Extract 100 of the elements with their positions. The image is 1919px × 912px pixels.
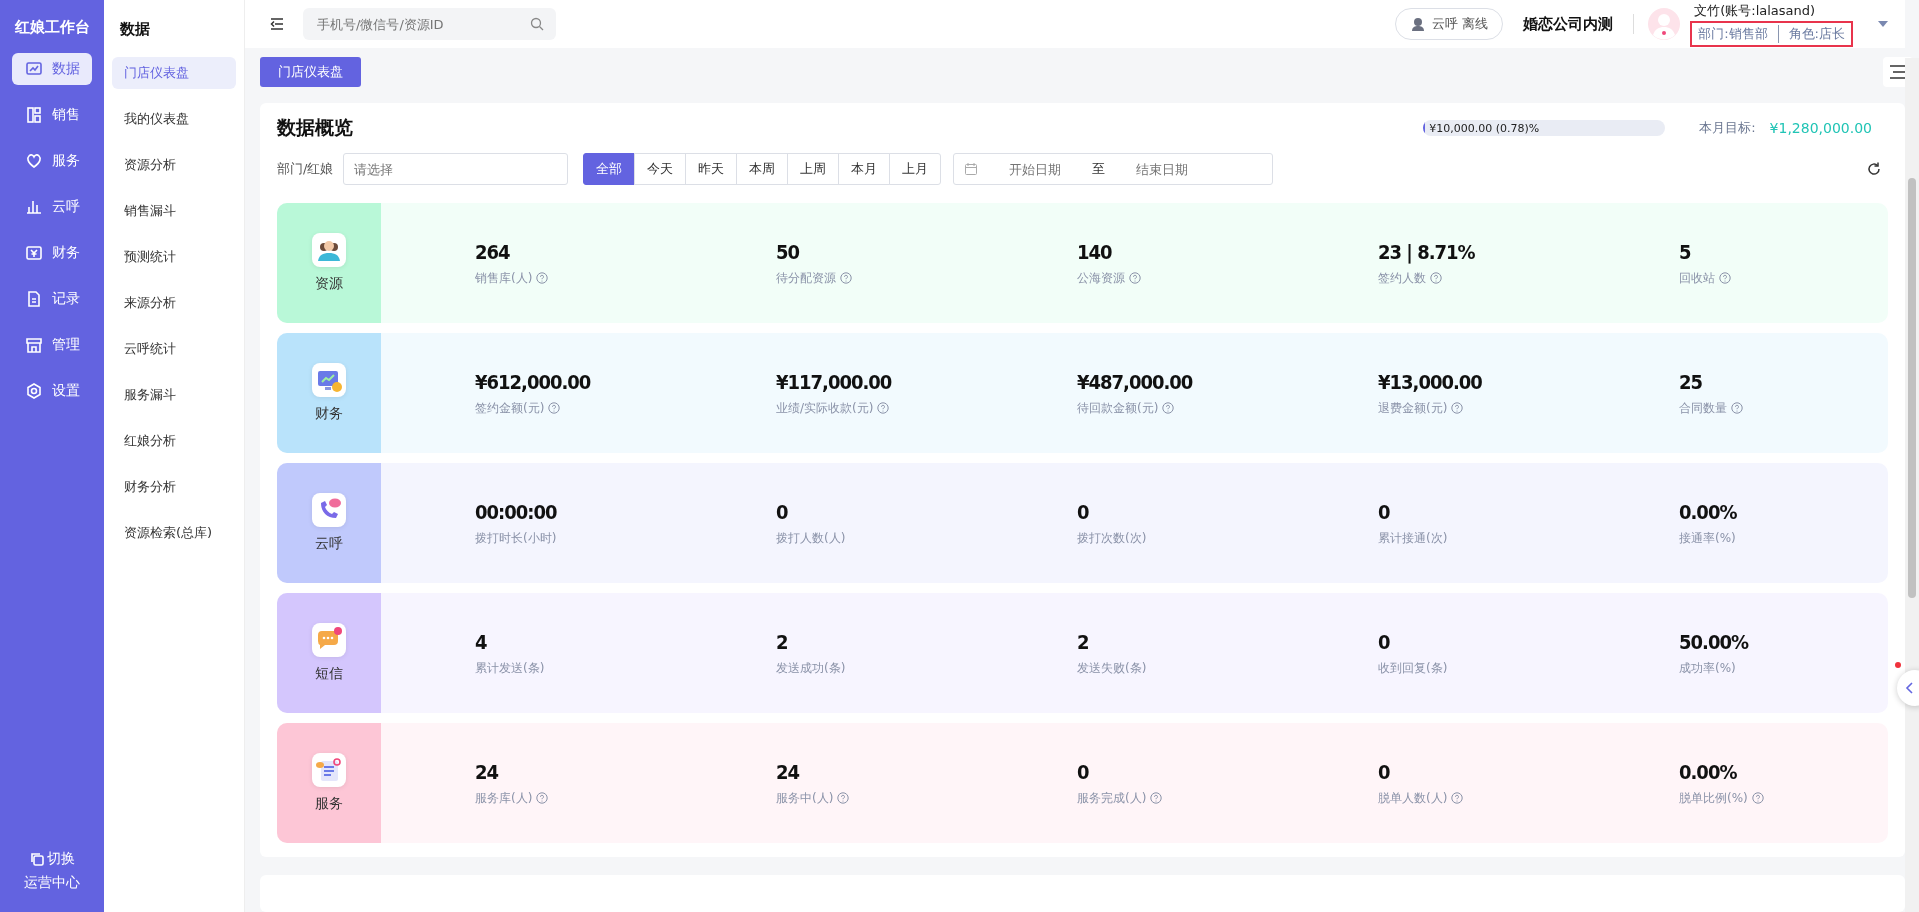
stat-value: 2 — [776, 629, 788, 654]
switch-button[interactable]: 切换 — [29, 850, 75, 868]
submenu-item[interactable]: 云呼统计 — [112, 333, 236, 365]
app-title: 红娘工作台 — [14, 18, 90, 37]
operations-center-label: 运营中心 — [24, 874, 80, 892]
refresh-icon — [1866, 161, 1882, 178]
submenu-item[interactable]: 资源分析 — [112, 149, 236, 181]
stat-value: ¥487,000.00 — [1077, 369, 1193, 394]
stat-value: 0 — [776, 499, 788, 524]
nav-item[interactable]: 财务 — [12, 237, 92, 269]
category-label: 资源 — [315, 275, 343, 294]
phone-chat-icon — [312, 493, 346, 528]
submenu-item[interactable]: 销售漏斗 — [112, 195, 236, 227]
stat-value: 24 — [475, 759, 499, 784]
section-title: 数据概览 — [277, 115, 353, 141]
submenu-item[interactable]: 我的仪表盘 — [112, 103, 236, 135]
nav-item[interactable]: 管理 — [12, 329, 92, 361]
stat-value: 25 — [1679, 369, 1703, 394]
scrollbar[interactable] — [1905, 58, 1919, 912]
stat-label: 退费金额(元) — [1378, 399, 1448, 417]
stat-label: 服务中(人) — [776, 789, 834, 807]
end-date-input[interactable]: 结束日期 — [1105, 160, 1220, 178]
stat-value: 0 — [1378, 759, 1390, 784]
stat-label: 脱单人数(人) — [1378, 789, 1448, 807]
copy-icon — [29, 851, 45, 867]
period-button[interactable]: 本周 — [736, 153, 789, 186]
stat-label: 脱单比例(%) — [1679, 789, 1748, 807]
period-button[interactable]: 全部 — [583, 153, 636, 186]
submenu-item[interactable]: 服务漏斗 — [112, 379, 236, 411]
category-label: 财务 — [315, 405, 343, 424]
select-field[interactable]: 请选择 — [343, 153, 569, 186]
search-field[interactable]: 手机号/微信号/资源ID — [303, 8, 556, 40]
category-label: 服务 — [315, 795, 343, 814]
company-name: 婚恋公司内测 — [1523, 14, 1614, 34]
stat-label: 拨打时长(小时) — [475, 529, 557, 547]
department-label: 部门:销售部 — [1698, 24, 1779, 43]
page-tab[interactable]: 门店仪表盘 — [260, 57, 361, 87]
collapse-icon — [269, 16, 285, 32]
monitor-coin-icon — [312, 363, 346, 398]
stat-label: 服务库(人) — [475, 789, 533, 807]
period-button[interactable]: 上周 — [787, 153, 840, 186]
dropdown-caret-icon — [1877, 19, 1889, 29]
chevron-left-icon — [1905, 682, 1913, 694]
submenu-item[interactable]: 红娘分析 — [112, 425, 236, 457]
category-label: 短信 — [315, 665, 343, 684]
stat-value: 0 — [1077, 759, 1089, 784]
grid-icon — [25, 106, 43, 124]
date-range-field[interactable]: 开始日期 至 结束日期 — [953, 153, 1274, 186]
message-bubble-icon — [312, 623, 346, 658]
stat-value: 2 — [1077, 629, 1089, 654]
stat-value: 5 — [1679, 239, 1691, 264]
stat-label: 接通率(%) — [1679, 529, 1736, 547]
stat-value: 50.00% — [1679, 629, 1748, 654]
avatar — [1648, 8, 1681, 40]
checklist-icon — [312, 753, 346, 788]
period-button[interactable]: 今天 — [634, 153, 687, 186]
submenu-title: 数据 — [120, 20, 150, 39]
search-input[interactable]: 手机号/微信号/资源ID — [315, 15, 530, 33]
stat-value: 0.00% — [1679, 759, 1737, 784]
stat-value: 0 — [1077, 499, 1089, 524]
stat-value: 0 — [1378, 499, 1390, 524]
nav-item[interactable]: 服务 — [12, 145, 92, 177]
nav-item[interactable]: 云呼 — [12, 191, 92, 223]
stat-label: 收到回复(条) — [1378, 659, 1448, 677]
yen-icon — [25, 244, 43, 262]
notification-dot — [1895, 662, 1901, 668]
stat-label: 合同数量 — [1679, 399, 1727, 417]
stat-value: ¥612,000.00 — [475, 369, 591, 394]
stat-label: 回收站 — [1679, 269, 1715, 287]
progress-reading: ¥10,000.00 (0.78)% — [1428, 121, 1540, 135]
submenu-item[interactable]: 预测统计 — [112, 241, 236, 273]
nav-item[interactable]: 设置 — [12, 375, 92, 407]
stat-label: 签约金额(元) — [475, 399, 545, 417]
range-separator: 至 — [1092, 160, 1106, 179]
nav-item[interactable]: 记录 — [12, 283, 92, 315]
period-button[interactable]: 本月 — [838, 153, 891, 186]
stat-value: 24 — [776, 759, 800, 784]
nav-item[interactable]: 销售 — [12, 99, 92, 131]
target-value: ¥1,280,000.00 — [1769, 120, 1872, 137]
stat-value: 0.00% — [1679, 499, 1737, 524]
settings-icon — [25, 382, 43, 400]
submenu-item[interactable]: 来源分析 — [112, 287, 236, 319]
scrollbar-thumb[interactable] — [1908, 178, 1916, 598]
role-label: 角色:店长 — [1788, 24, 1845, 43]
stat-label: 公海资源 — [1077, 269, 1125, 287]
submenu-item[interactable]: 财务分析 — [112, 471, 236, 503]
filter-label: 部门/红娘 — [277, 160, 334, 179]
start-date-input[interactable]: 开始日期 — [978, 160, 1093, 178]
stat-label: 发送成功(条) — [776, 659, 846, 677]
stat-label: 待回款金额(元) — [1077, 399, 1159, 417]
nav-item[interactable]: 数据 — [12, 53, 92, 85]
stat-label: 销售库(人) — [475, 269, 533, 287]
stat-label: 签约人数 — [1378, 269, 1426, 287]
period-button[interactable]: 昨天 — [685, 153, 738, 186]
submenu-item[interactable]: 资源检索(总库) — [112, 517, 236, 549]
stat-value: 00:00:00 — [475, 499, 557, 524]
period-button[interactable]: 上月 — [889, 153, 942, 186]
heart-icon — [25, 152, 43, 170]
user-name: 文竹(账号:lalasand) — [1693, 1, 1817, 20]
submenu-item[interactable]: 门店仪表盘 — [112, 57, 236, 89]
